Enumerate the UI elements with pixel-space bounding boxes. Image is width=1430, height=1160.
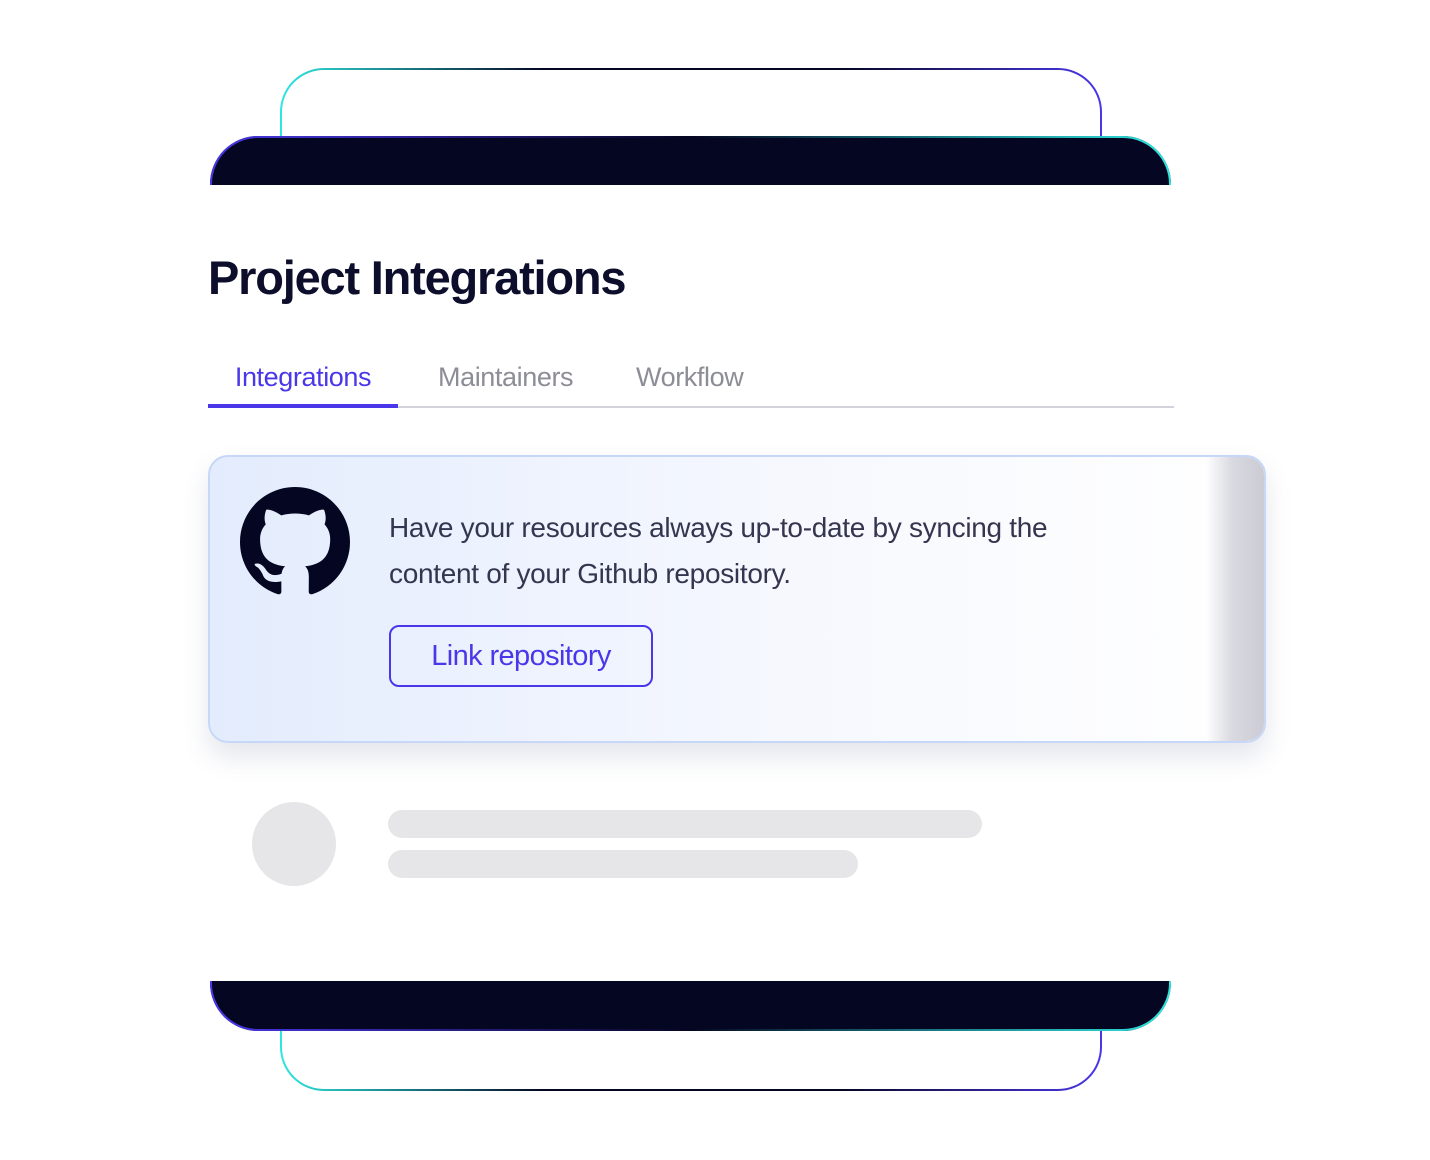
page-title: Project Integrations	[208, 251, 627, 304]
tab-integrations[interactable]: Integrations	[208, 350, 398, 408]
skeleton-line	[388, 810, 982, 838]
bottom-bar-outline	[210, 981, 1171, 1031]
tab-workflow[interactable]: Workflow	[636, 350, 744, 408]
skeleton-line	[388, 850, 858, 878]
github-integration-card: Have your resources always up-to-date by…	[208, 455, 1266, 743]
link-repository-button[interactable]: Link repository	[389, 625, 653, 687]
github-icon	[240, 487, 350, 595]
integration-description: Have your resources always up-to-date by…	[389, 512, 1048, 589]
tab-maintainers[interactable]: Maintainers	[438, 350, 574, 408]
card-scroll-edge	[1206, 457, 1264, 741]
tab-bar: Integrations Maintainers Workflow	[208, 350, 1174, 408]
skeleton-avatar	[252, 802, 336, 886]
